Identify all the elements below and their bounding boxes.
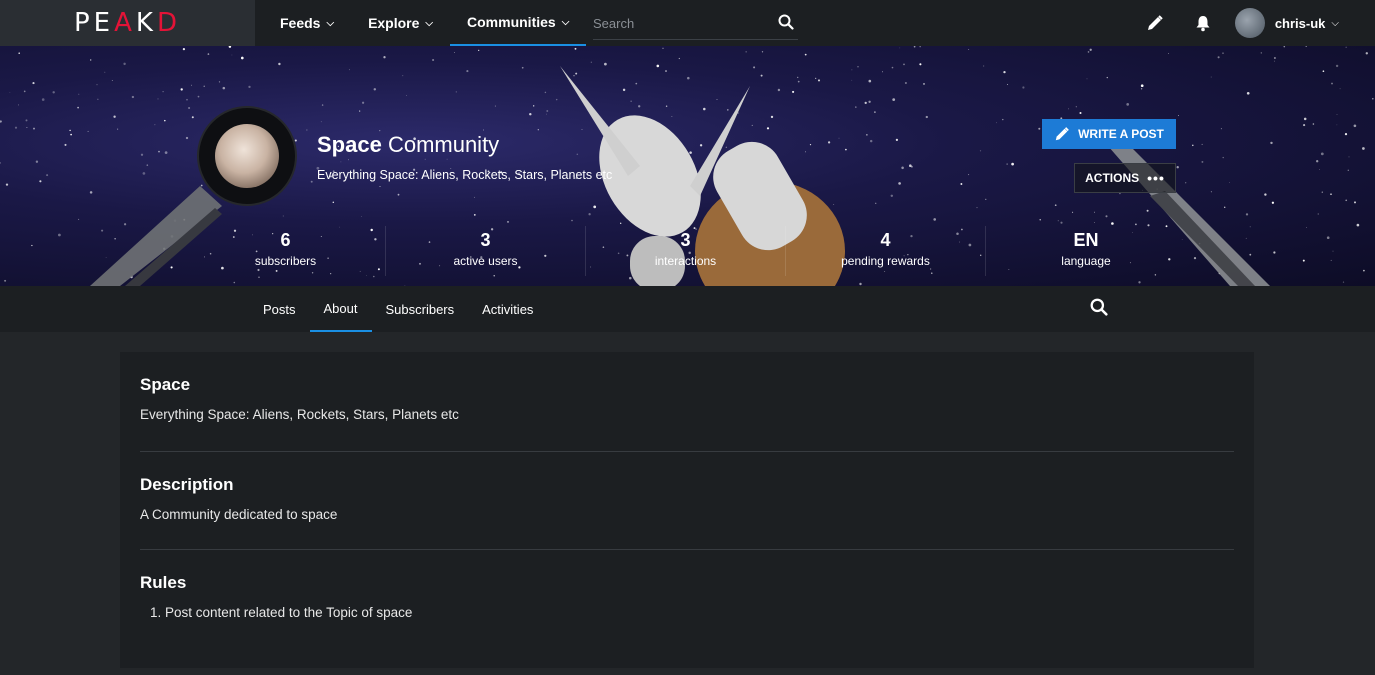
- section-title: Description: [140, 475, 234, 494]
- community-avatar: [197, 106, 297, 206]
- community-tabbar: Posts About Subscribers Activities: [0, 286, 1375, 332]
- stat-value: 6: [280, 230, 291, 250]
- top-navbar: PEAKD Feeds ⌵ Explore ⌵ Communities ⌵ chris…: [0, 0, 1375, 46]
- search-input[interactable]: [593, 16, 763, 31]
- tab-subscribers[interactable]: Subscribers: [372, 286, 469, 332]
- community-tabs: Posts About Subscribers Activities: [249, 286, 547, 332]
- logo-text: PEAKD: [74, 8, 181, 38]
- chevron-down-icon: ⌵: [425, 17, 434, 29]
- about-rules-section: Rules Post content related to the Topic …: [140, 550, 1234, 620]
- tab-label: Posts: [263, 301, 296, 317]
- nav-feeds-label: Feeds: [280, 15, 321, 31]
- community-title: Space Community: [317, 132, 500, 157]
- stat-label: pending rewards: [841, 254, 930, 268]
- planet-image: [215, 124, 279, 188]
- stat-value: EN: [1073, 230, 1099, 250]
- section-text: A Community dedicated to space: [140, 507, 338, 522]
- chevron-down-icon: ⌵: [326, 17, 335, 29]
- search-box: [593, 8, 798, 40]
- list-item: Post content related to the Topic of spa…: [165, 605, 1234, 620]
- tab-label: Activities: [482, 301, 534, 317]
- stat-language: EN language: [986, 226, 1186, 276]
- community-stats: 6 subscribers 3 active users 3 interactions…: [186, 226, 1186, 276]
- chevron-down-icon: ⌵: [561, 16, 570, 28]
- write-post-button[interactable]: WRITE A POST: [1042, 119, 1176, 149]
- pencil-icon: [1055, 127, 1069, 141]
- write-post-label: WRITE A POST: [1078, 127, 1164, 141]
- pencil-icon[interactable]: [1131, 0, 1179, 46]
- actions-button[interactable]: ACTIONS •••: [1074, 163, 1176, 193]
- stat-active-users: 3 active users: [386, 226, 586, 276]
- search-icon[interactable]: [778, 14, 794, 35]
- tab-label: Subscribers: [385, 301, 455, 317]
- avatar: [1234, 8, 1265, 38]
- stat-subscribers: 6 subscribers: [186, 226, 386, 276]
- main-nav: Feeds ⌵ Explore ⌵ Communities ⌵: [263, 0, 587, 46]
- nav-explore[interactable]: Explore ⌵: [351, 0, 450, 46]
- stat-label: interactions: [654, 254, 717, 268]
- about-name-section: Space Everything Space: Aliens, Rockets,…: [140, 352, 1234, 452]
- bell-icon[interactable]: [1179, 0, 1227, 46]
- stat-value: 3: [480, 230, 491, 250]
- topbar-right: chris-uk ⌵: [1131, 0, 1375, 46]
- nav-feeds[interactable]: Feeds ⌵: [263, 0, 351, 46]
- username: chris-uk: [1274, 15, 1326, 31]
- peakd-logo[interactable]: PEAKD: [0, 0, 255, 46]
- tab-label: About: [323, 300, 358, 316]
- nav-explore-label: Explore: [368, 15, 420, 31]
- chevron-down-icon: ⌵: [1331, 17, 1339, 29]
- rules-list: Post content related to the Topic of spa…: [140, 605, 1234, 620]
- stat-value: 4: [880, 230, 891, 250]
- stat-pending-rewards: 4 pending rewards: [786, 226, 986, 276]
- stat-value: 3: [680, 230, 691, 250]
- section-title: Space: [140, 375, 191, 394]
- section-text: Everything Space: Aliens, Rockets, Stars…: [140, 407, 459, 422]
- nav-communities-label: Communities: [467, 14, 556, 30]
- tab-about[interactable]: About: [309, 286, 372, 332]
- about-card: Space Everything Space: Aliens, Rockets,…: [120, 352, 1254, 668]
- community-subtitle: Everything Space: Aliens, Rockets, Stars…: [317, 168, 613, 182]
- more-dots-icon: •••: [1147, 170, 1165, 186]
- about-description-section: Description A Community dedicated to spa…: [140, 452, 1234, 550]
- tab-activities[interactable]: Activities: [468, 286, 547, 332]
- tab-posts[interactable]: Posts: [249, 286, 310, 332]
- stat-label: active users: [453, 254, 518, 268]
- community-banner: Space Community Everything Space: Aliens…: [0, 46, 1375, 286]
- user-menu[interactable]: chris-uk ⌵: [1227, 8, 1375, 38]
- search-icon[interactable]: [1090, 298, 1108, 321]
- actions-label: ACTIONS: [1085, 171, 1140, 185]
- stat-label: subscribers: [254, 254, 317, 268]
- stat-interactions: 3 interactions: [586, 226, 786, 276]
- stat-label: language: [1061, 254, 1111, 268]
- nav-communities[interactable]: Communities ⌵: [450, 0, 587, 46]
- section-title: Rules: [140, 573, 187, 592]
